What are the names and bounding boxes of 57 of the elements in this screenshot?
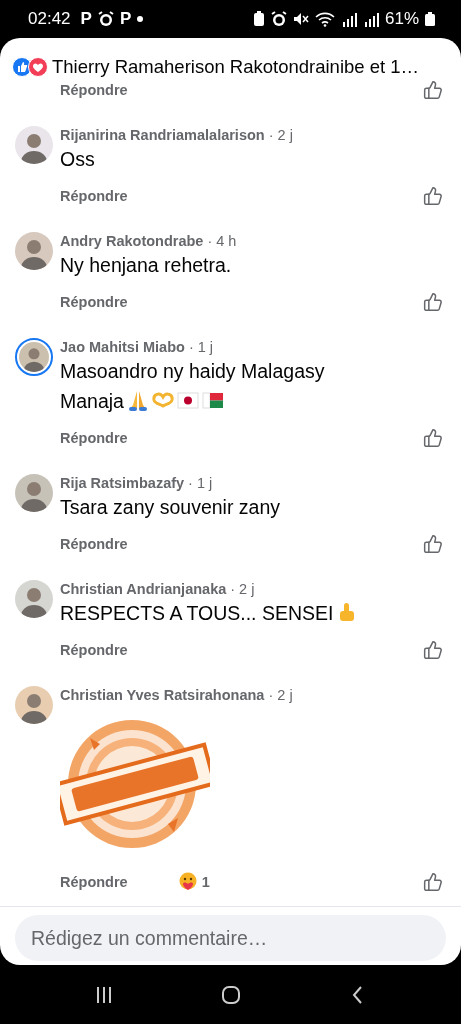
comment-time: · 4 h xyxy=(207,233,237,249)
battery-percent: 61% xyxy=(384,9,419,29)
like-button[interactable] xyxy=(423,80,443,100)
wifi-icon xyxy=(314,11,335,27)
sheet-title[interactable]: Thierry Ramaherison Rakotondrainibe et 1… xyxy=(52,56,420,78)
comment-text: Oss xyxy=(60,147,96,172)
battery-saver-icon xyxy=(252,11,265,27)
author-name[interactable]: Christian Andrianjanaka xyxy=(60,581,227,597)
japan-flag-icon xyxy=(176,389,199,411)
comment-time: · 1 j xyxy=(188,339,214,355)
avatar[interactable] xyxy=(15,126,53,164)
avatar[interactable] xyxy=(15,686,53,724)
author-name[interactable]: Rijanirina Randriamalalarison xyxy=(60,127,265,143)
reply-link[interactable]: Répondre xyxy=(60,874,128,890)
madagascar-flag-icon xyxy=(201,389,224,411)
reaction-icons xyxy=(12,57,48,77)
like-button[interactable] xyxy=(423,534,443,554)
reply-link[interactable]: Répondre xyxy=(60,82,128,98)
care-reaction-icon xyxy=(177,872,198,892)
alarm-icon xyxy=(97,11,114,27)
reply-link[interactable]: Répondre xyxy=(60,188,128,204)
avatar[interactable] xyxy=(15,232,53,270)
author-name[interactable]: Christian Yves Ratsirahonana xyxy=(60,687,265,703)
alarm-icon xyxy=(270,11,287,27)
author-name[interactable]: Jao Mahitsi Miabo xyxy=(60,339,185,355)
reply-link[interactable]: Répondre xyxy=(60,536,128,552)
reply-link[interactable]: Répondre xyxy=(60,294,128,310)
reaction-count: 1 xyxy=(201,874,210,890)
comment-text: Ny henjana rehetra. xyxy=(60,253,233,278)
comment-time: · 2 j xyxy=(268,687,293,703)
mute-icon xyxy=(292,11,309,27)
author-name[interactable]: Rija Ratsimbazafy xyxy=(60,475,185,491)
comment-time: · 1 j xyxy=(188,475,213,491)
signal-icon xyxy=(362,11,379,27)
like-button[interactable] xyxy=(423,428,443,448)
like-button[interactable] xyxy=(423,872,443,892)
notification-letter: P xyxy=(80,9,92,29)
like-button[interactable] xyxy=(423,292,443,312)
signal-icon xyxy=(340,11,357,27)
comment-field[interactable]: Rédigez un commentaire… xyxy=(15,915,446,961)
author-name[interactable]: Andry Rakotondrabe xyxy=(60,233,204,249)
notification-letter: P xyxy=(119,9,132,29)
battery-icon xyxy=(425,12,435,26)
comment-text: RESPECTS A TOUS... SENSEI xyxy=(60,598,365,628)
status-time: 02:42 xyxy=(28,9,71,29)
dot-icon xyxy=(137,16,144,22)
reply-link[interactable]: Répondre xyxy=(60,642,128,658)
like-button[interactable] xyxy=(423,640,443,660)
avatar[interactable] xyxy=(15,474,53,512)
comment-text: Tsara zany souvenir zany xyxy=(60,495,282,520)
like-button[interactable] xyxy=(423,186,443,206)
comment-time: · 2 j xyxy=(268,127,293,143)
avatar[interactable] xyxy=(15,580,53,618)
comment-time: · 2 j xyxy=(230,581,255,597)
home-icon[interactable] xyxy=(220,984,241,1005)
reply-link[interactable]: Répondre xyxy=(60,430,128,446)
comment-text: Masoandro ny haidy Malagasy Manaja xyxy=(60,359,326,414)
